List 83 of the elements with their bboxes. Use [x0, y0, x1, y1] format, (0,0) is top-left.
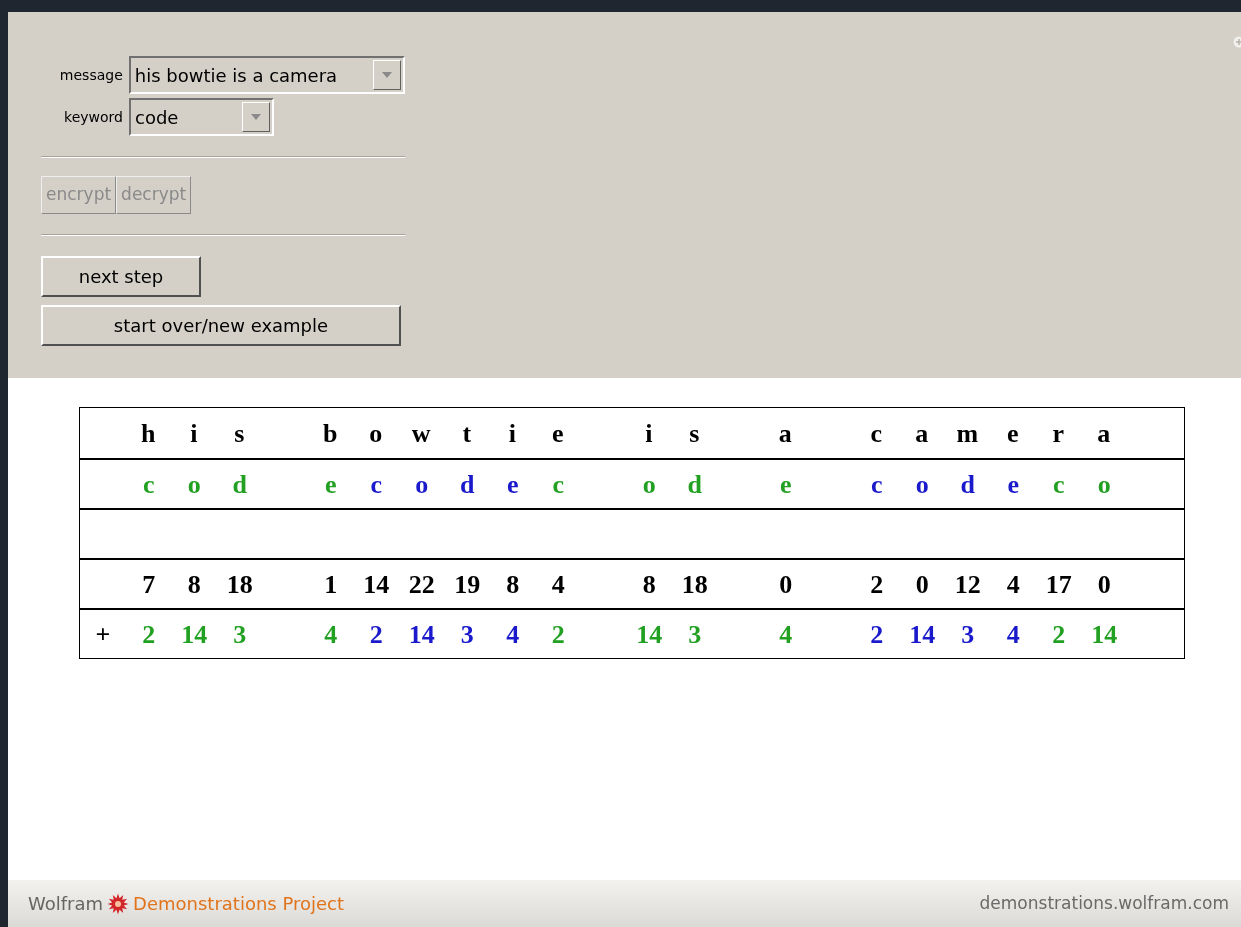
- key-letter: c: [1052, 468, 1065, 501]
- letter-number: 22: [408, 568, 435, 601]
- key-letter: o: [187, 468, 201, 501]
- shift-number: 4: [1006, 618, 1020, 651]
- message-letter: a: [1097, 417, 1112, 450]
- shift-number: 3: [233, 618, 247, 651]
- message-letter: w: [411, 417, 432, 450]
- shift-number: 14: [408, 618, 435, 651]
- spiky-star-icon: [107, 892, 130, 915]
- message-letter: b: [323, 417, 339, 450]
- letter-number: 4: [1006, 568, 1020, 601]
- key-letter: d: [960, 468, 975, 501]
- key-letter: c: [142, 468, 155, 501]
- shift-number: 2: [369, 618, 383, 651]
- key-letter: o: [915, 468, 929, 501]
- letter-number: 8: [642, 568, 656, 601]
- key-letter: c: [870, 468, 883, 501]
- key-letter: o: [1097, 468, 1111, 501]
- message-letter: r: [1052, 417, 1065, 450]
- dropdown[interactable]: his bowtie is a camera: [128, 56, 405, 94]
- message-letter: a: [778, 417, 793, 450]
- message-letter: i: [645, 417, 654, 450]
- letter-number: 8: [187, 568, 201, 601]
- message-letter: s: [689, 417, 701, 450]
- brand-name: Wolfram: [28, 892, 104, 916]
- shift-number: 2: [870, 618, 884, 651]
- shift-number: 2: [1052, 618, 1066, 651]
- message-letter: i: [508, 417, 517, 450]
- letter-number: 18: [226, 568, 253, 601]
- letter-number: 4: [551, 568, 565, 601]
- shift-number: 2: [551, 618, 565, 651]
- key-letter: e: [506, 468, 519, 501]
- field-label: keyword: [63, 107, 123, 127]
- message-letter: s: [234, 417, 246, 450]
- letter-number: 12: [954, 568, 981, 601]
- key-letter: e: [324, 468, 337, 501]
- shift-number: 3: [961, 618, 975, 651]
- key-letter: e: [779, 468, 792, 501]
- shift-number: 14: [636, 618, 663, 651]
- letter-number: 7: [142, 568, 156, 601]
- action-button[interactable]: next step: [41, 256, 201, 297]
- message-letter: c: [870, 417, 883, 450]
- shift-number: 14: [909, 618, 936, 651]
- message-letter: m: [956, 417, 980, 450]
- key-letter: e: [1007, 468, 1019, 501]
- website-link[interactable]: demonstrations.wolfram.com: [979, 890, 1229, 917]
- key-letter: d: [687, 468, 702, 501]
- plus-sign: +: [95, 618, 111, 651]
- letter-number: 0: [1097, 568, 1111, 601]
- letter-number: 17: [1045, 568, 1072, 601]
- letter-number: 0: [915, 568, 929, 601]
- dropdown[interactable]: code: [129, 98, 274, 136]
- shift-number: 4: [324, 618, 338, 651]
- key-letter: c: [552, 468, 564, 501]
- message-letter: o: [369, 417, 384, 450]
- letter-number: 14: [363, 568, 390, 601]
- shift-number: 4: [779, 618, 793, 651]
- action-button[interactable]: start over/new example: [41, 305, 401, 346]
- letter-number: 8: [506, 568, 520, 601]
- shift-number: 3: [460, 618, 474, 651]
- message-letter: e: [551, 417, 565, 450]
- key-letter: d: [232, 468, 247, 501]
- shift-number: 2: [142, 618, 156, 651]
- letter-number: 2: [870, 568, 884, 601]
- message-letter: i: [190, 417, 199, 450]
- brand-name: Demonstrations Project: [133, 892, 344, 916]
- key-letter: o: [415, 468, 429, 501]
- message-letter: t: [462, 417, 473, 450]
- shift-number: 4: [506, 618, 520, 651]
- letter-number: 0: [779, 568, 793, 601]
- shift-number: 14: [181, 618, 208, 651]
- letter-number: 1: [324, 568, 338, 601]
- shift-number: 14: [1091, 618, 1118, 651]
- message-letter: e: [1006, 417, 1020, 450]
- letter-number: 18: [681, 568, 708, 601]
- message-letter: a: [915, 417, 930, 450]
- key-letter: o: [642, 468, 656, 501]
- field-label: message: [58, 65, 123, 85]
- shift-number: 3: [688, 618, 702, 651]
- message-letter: h: [141, 417, 157, 450]
- key-letter: c: [370, 468, 382, 501]
- letter-number: 19: [454, 568, 481, 601]
- key-letter: d: [460, 468, 475, 501]
